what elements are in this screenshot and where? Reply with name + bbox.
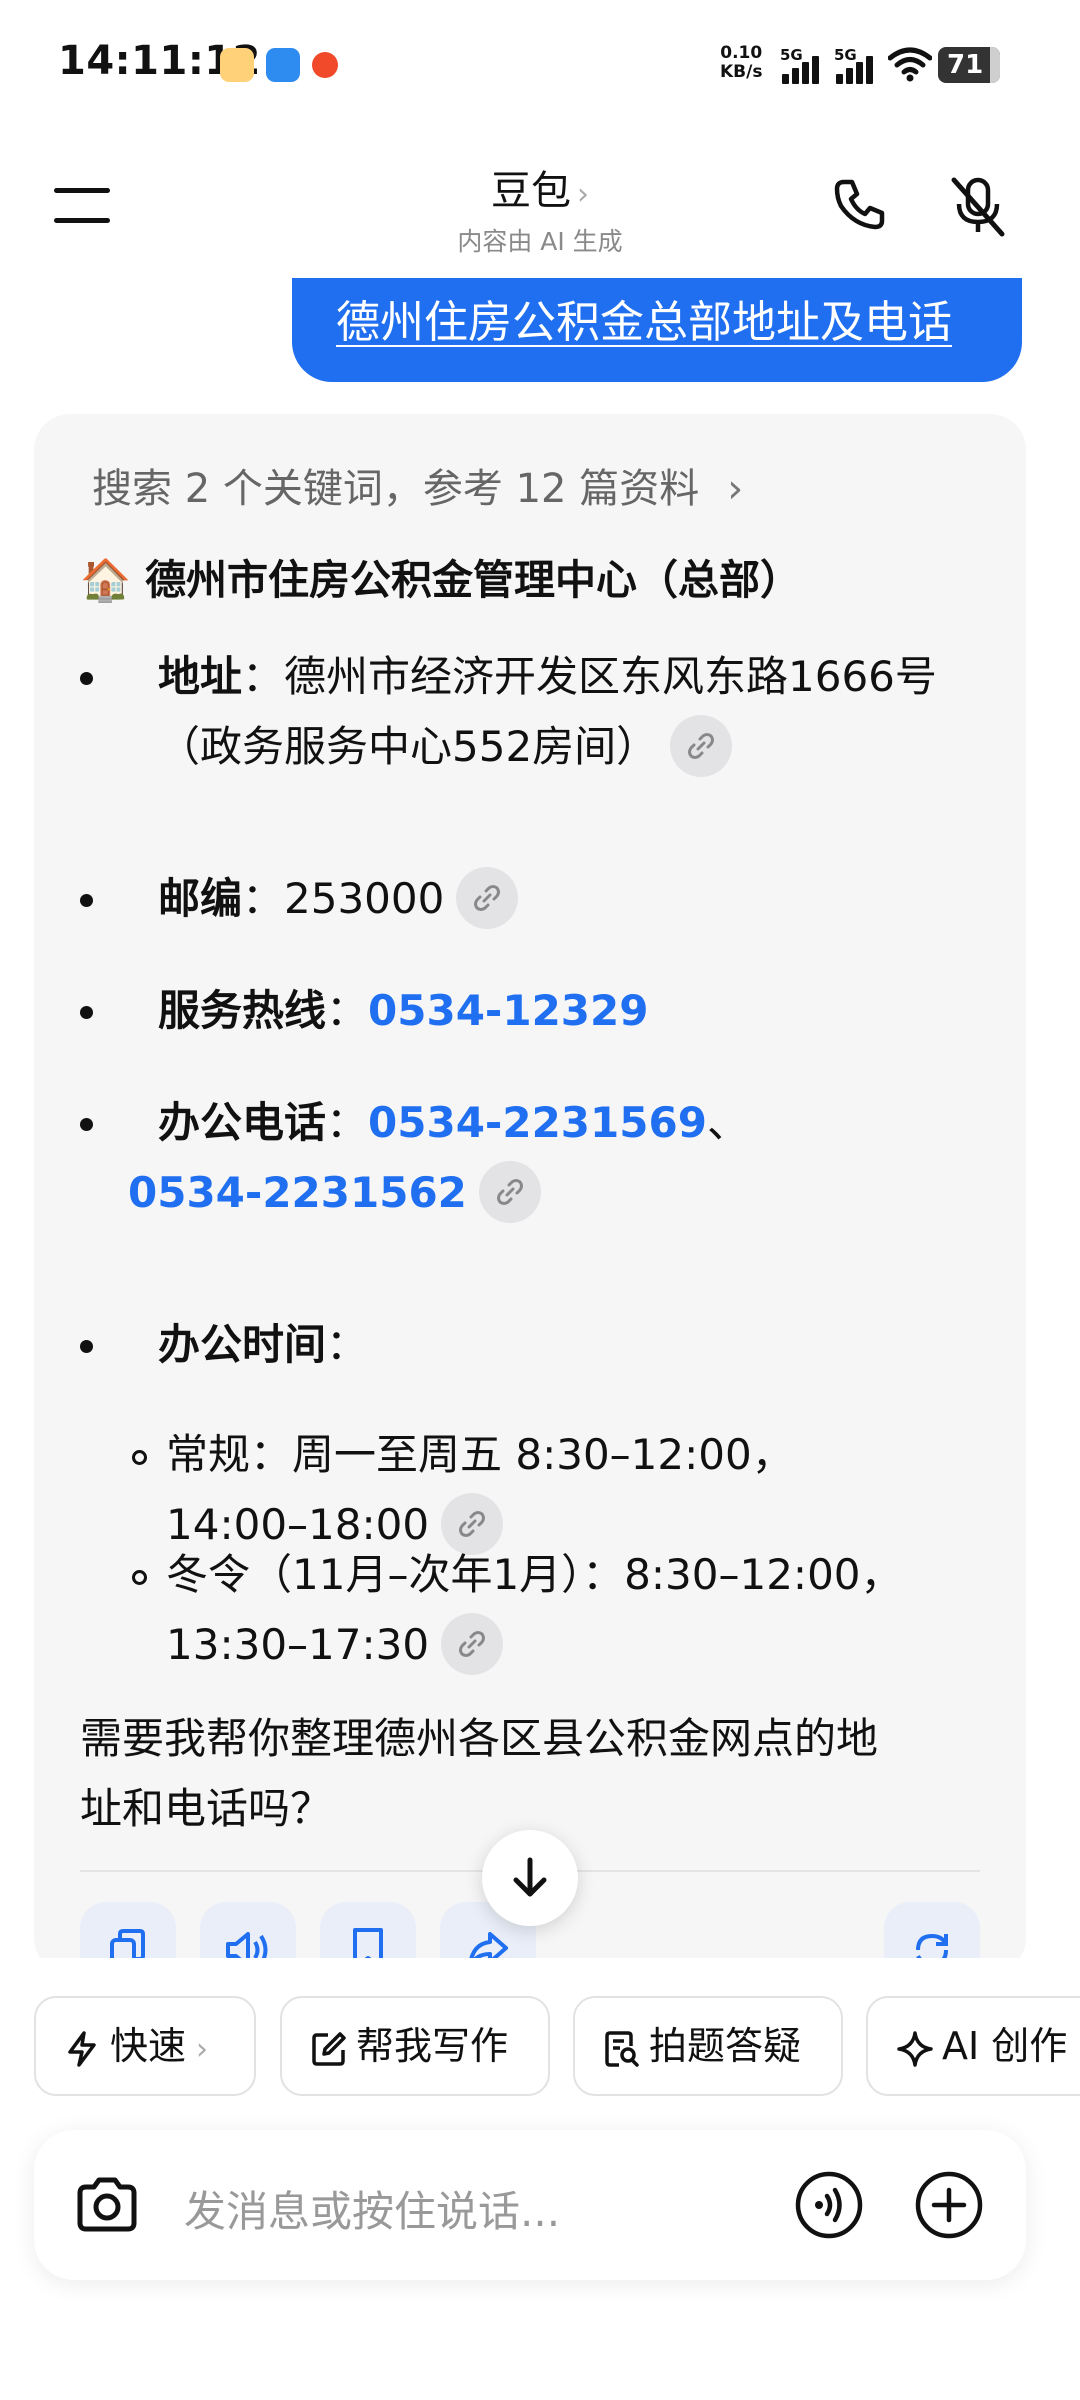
bullet-circle: [132, 1570, 147, 1585]
postcode-label: 邮编: [158, 874, 243, 923]
followup-question: 需要我帮你整理德州各区县公积金网点的地 址和电话吗？: [80, 1704, 980, 1844]
chevron-right-icon: ›: [727, 466, 744, 512]
colon: ：: [326, 1098, 369, 1147]
shortcut-chip-label: 快速: [110, 2024, 187, 2068]
user-message-bubble[interactable]: 德州住房公积金总部地址及电话: [292, 278, 1022, 382]
shortcut-chip-ai-create[interactable]: AI 创作: [866, 1996, 1080, 2096]
signal-icon-sim1: 5G: [780, 46, 836, 86]
hours-regular-text: 常规：周一至周五 8:30–12:00，: [166, 1430, 794, 1479]
status-bar: 14:11:12 0.10 KB/s 5G 5G 71: [0, 0, 1080, 130]
shortcut-chip-label: 拍题答疑: [649, 2024, 802, 2068]
signal-icon-sim2: 5G: [834, 46, 890, 86]
followup-line-1: 需要我帮你整理德州各区县公积金网点的地: [80, 1714, 879, 1763]
ai-disclaimer: 内容由 AI 生成: [457, 227, 623, 256]
shortcut-chip-writing[interactable]: 帮我写作: [280, 1996, 550, 2096]
scroll-to-bottom-button[interactable]: [482, 1830, 578, 1926]
office-phone-link-2[interactable]: 0534-2231562: [128, 1168, 467, 1217]
camera-icon[interactable]: [74, 2175, 140, 2235]
net-speed-unit: KB/s: [720, 62, 763, 82]
bullet-dot: [80, 1118, 93, 1131]
office-phone-link-1[interactable]: 0534-2231569: [368, 1098, 707, 1147]
net-speed: 0.10 KB/s: [720, 44, 762, 82]
sim1-label: 5G: [780, 46, 803, 64]
message-input[interactable]: 发消息或按住说话...: [184, 2178, 560, 2239]
colon: ：: [326, 1320, 369, 1369]
arrow-down-icon: [513, 1857, 547, 1897]
shortcut-chip-label: 帮我写作: [356, 2024, 509, 2068]
lightning-icon: [68, 2031, 96, 2067]
net-speed-value: 0.10: [720, 43, 763, 63]
bullet-dot: [80, 1340, 93, 1353]
chat-title-area[interactable]: 豆包 › 内容由 AI 生成: [340, 158, 740, 258]
sim2-label: 5G: [834, 46, 857, 64]
address-label: 地址: [158, 652, 243, 701]
hours-winter-text: 冬令（11月–次年1月）：8:30–12:00，: [166, 1550, 903, 1599]
shortcut-chip-label: AI 创作: [942, 2024, 1068, 2068]
citation-link-icon[interactable]: [670, 714, 733, 777]
address-value-room: （政务服务中心552房间）: [158, 722, 659, 771]
search-references-link[interactable]: 搜索 2 个关键词，参考 12 篇资料 ›: [92, 456, 743, 514]
edit-icon: [312, 2032, 346, 2066]
shortcut-chip-fast[interactable]: 快速 ›: [34, 1996, 256, 2096]
chevron-right-icon: ›: [577, 177, 589, 212]
chat-title[interactable]: 豆包 ›: [340, 158, 740, 216]
colon: ：: [326, 986, 369, 1035]
bullet-circle: [132, 1450, 147, 1465]
hotline-phone-link[interactable]: 0534-12329: [368, 986, 648, 1035]
postcode-value: ：253000: [242, 874, 445, 923]
address-value: ：德州市经济开发区东风东路1666号: [242, 652, 937, 701]
battery-indicator: 71: [938, 47, 1000, 83]
battery-level: 71: [947, 50, 984, 80]
answer-heading: 🏠 德州市住房公积金管理中心（总部）: [80, 546, 801, 606]
citation-link-icon[interactable]: [456, 866, 519, 929]
hotline-label: 服务热线: [158, 986, 327, 1035]
chevron-right-icon: ›: [196, 2032, 209, 2067]
message-input-bar: 发消息或按住说话...: [34, 2130, 1026, 2280]
chat-header: 豆包 › 内容由 AI 生成: [0, 130, 1080, 280]
house-icon: 🏠: [80, 556, 132, 604]
mic-off-icon[interactable]: [948, 174, 1008, 238]
phone-icon[interactable]: [830, 174, 890, 234]
assistant-app-icon: [220, 48, 254, 82]
bullet-dot: [80, 1006, 93, 1019]
citation-link-icon[interactable]: [441, 1612, 504, 1675]
settings-app-icon: [266, 48, 300, 82]
office-hours-label: 办公时间: [158, 1320, 327, 1369]
scan-doc-icon: [605, 2031, 639, 2067]
notification-app-icon: [312, 52, 338, 78]
sparkle-icon: [897, 2031, 933, 2067]
shortcut-chips-bar: 快速 › 帮我写作 拍题答疑 AI 创作: [0, 1958, 1080, 2128]
shortcut-chip-photo-qa[interactable]: 拍题答疑: [573, 1996, 843, 2096]
wifi-icon: [888, 47, 932, 82]
plus-icon[interactable]: [914, 2170, 984, 2240]
user-message-text: 德州住房公积金总部地址及电话: [336, 297, 952, 348]
bullet-dot: [80, 894, 93, 907]
search-summary-text: 搜索 2 个关键词，参考 12 篇资料: [92, 466, 700, 512]
office-phone-label: 办公电话: [158, 1098, 327, 1147]
voice-call-icon[interactable]: [794, 2170, 864, 2240]
chat-title-text: 豆包: [491, 168, 571, 214]
menu-icon[interactable]: [54, 188, 110, 224]
answer-heading-text: 德州市住房公积金管理中心（总部）: [145, 556, 802, 604]
citation-link-icon[interactable]: [478, 1160, 541, 1223]
answer-card: 搜索 2 个关键词，参考 12 篇资料 › 🏠 德州市住房公积金管理中心（总部） 地…: [34, 414, 1026, 1974]
bullet-dot: [80, 672, 93, 685]
phone-separator: 、: [706, 1098, 749, 1147]
hours-winter-afternoon: 13:30–17:30: [166, 1620, 430, 1669]
